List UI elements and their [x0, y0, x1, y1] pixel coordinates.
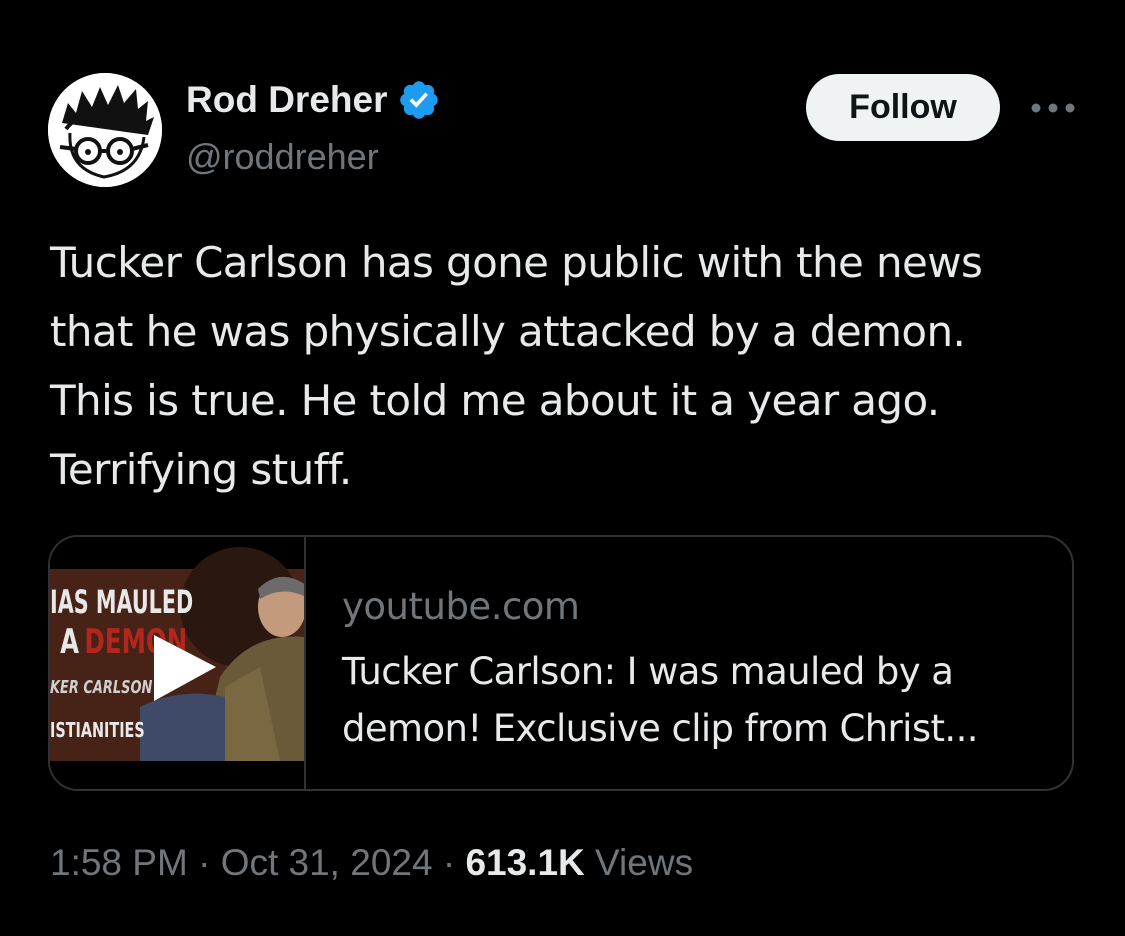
tweet-meta: 1:58 PM · Oct 31, 2024 · 613.1K Views: [50, 842, 693, 884]
tweet-time[interactable]: 1:58 PM: [50, 842, 188, 883]
card-domain: youtube.com: [342, 585, 580, 628]
tweet-line: Tucker Carlson has gone public with the …: [50, 238, 983, 287]
avatar[interactable]: [48, 73, 162, 187]
thumbnail-title-line: ISTIANITIES: [50, 720, 145, 743]
card-title: Tucker Carlson: I was mauled by a demon!…: [342, 643, 1042, 757]
verified-badge-icon: [400, 81, 439, 119]
views-label: Views: [595, 842, 694, 883]
follow-button[interactable]: Follow: [806, 74, 1000, 141]
thumbnail-title-line: KER CARLSON: [50, 676, 152, 698]
author-handle[interactable]: @roddreher: [186, 136, 379, 178]
video-thumbnail[interactable]: IAS MAULED A DEMON KER CARLSON ISTIANITI…: [50, 537, 306, 789]
tweet-date[interactable]: Oct 31, 2024: [221, 842, 433, 883]
thumbnail-title-line: A: [60, 622, 79, 661]
tweet-line: This is true. He told me about it a year…: [50, 376, 940, 425]
thumbnail-title-line: IAS MAULED: [50, 583, 193, 621]
more-options-button[interactable]: [1030, 88, 1076, 128]
tweet-line: Terrifying stuff.: [50, 445, 352, 494]
card-title-line: Tucker Carlson: I was mauled by a: [342, 650, 954, 693]
views-count[interactable]: 613.1K: [465, 842, 584, 883]
author-name[interactable]: Rod Dreher: [186, 78, 441, 122]
thumbnail-image: IAS MAULED A DEMON KER CARLSON ISTIANITI…: [50, 537, 304, 789]
card-title-line: demon! Exclusive clip from Christ...: [342, 707, 979, 750]
meta-separator: ·: [442, 842, 456, 883]
author-name-text: Rod Dreher: [186, 79, 388, 120]
link-preview-card[interactable]: IAS MAULED A DEMON KER CARLSON ISTIANITI…: [48, 535, 1074, 791]
tweet-line: that he was physically attacked by a dem…: [50, 307, 966, 356]
meta-separator: ·: [198, 842, 211, 883]
tweet-text: Tucker Carlson has gone public with the …: [50, 228, 1090, 504]
avatar-illustration: [48, 73, 162, 187]
more-horizontal-icon: [1031, 103, 1075, 113]
